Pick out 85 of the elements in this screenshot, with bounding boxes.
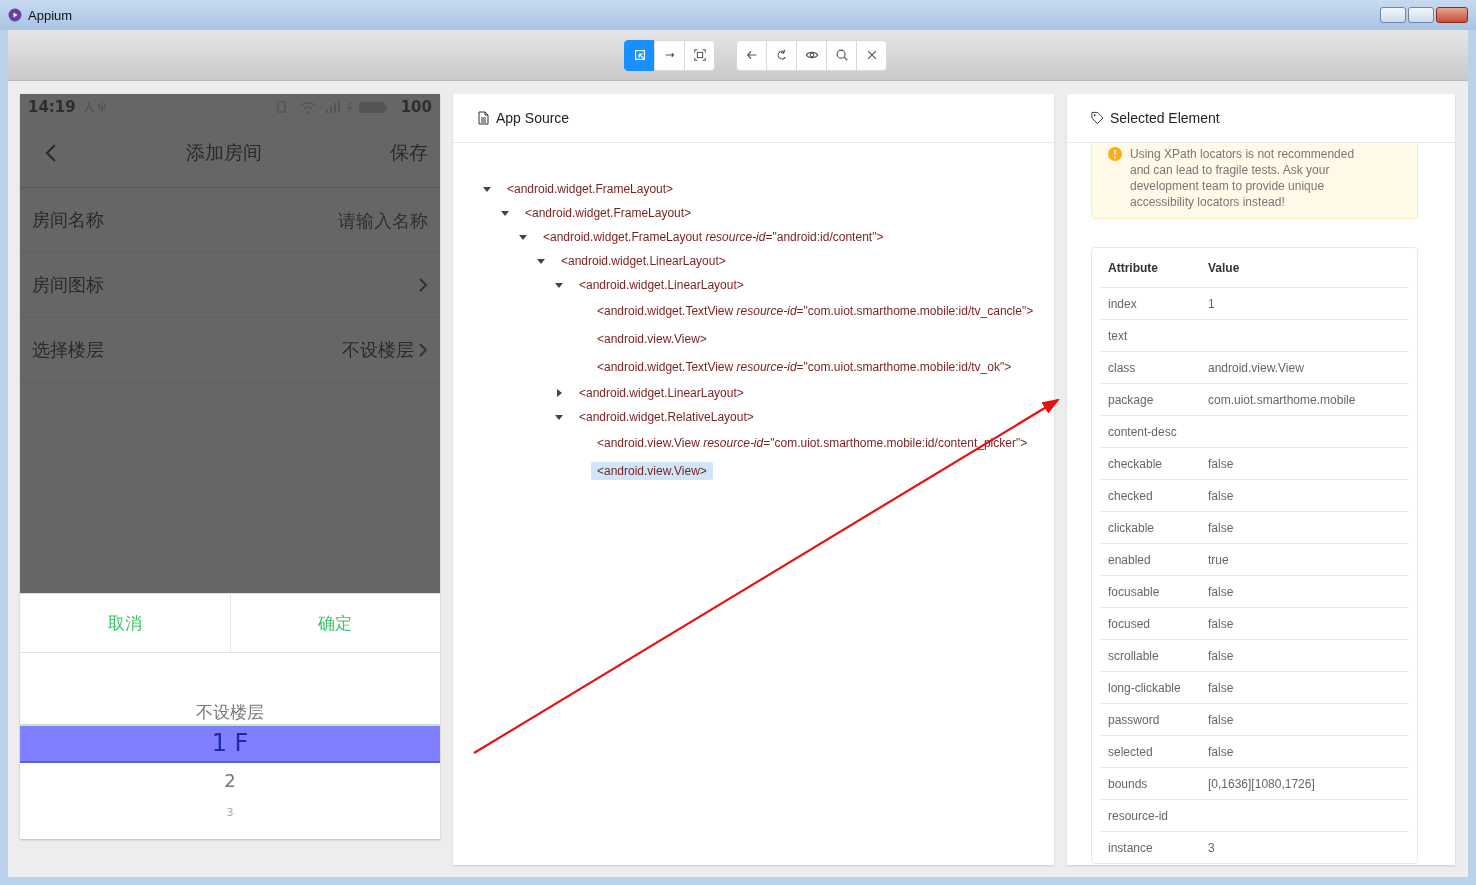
panel-title: App Source (496, 110, 570, 126)
caret-down-icon[interactable] (555, 413, 563, 421)
table-cell-text: false (1207, 456, 1234, 471)
table-cell-text: clickable (1107, 520, 1156, 535)
file-icon (477, 111, 490, 125)
refresh-button[interactable] (766, 39, 797, 71)
table-cell-text: text (1107, 328, 1129, 343)
table-cell-text: true (1207, 552, 1229, 567)
table-cell-text: focused (1107, 616, 1152, 631)
table-cell-text: false (1207, 712, 1234, 727)
caret-down-icon[interactable] (537, 257, 545, 265)
caret-down-icon[interactable] (519, 233, 527, 241)
field-label: 房间名称 (32, 208, 105, 232)
tree-node[interactable]: <android.widget.RelativeLayout> (573, 408, 760, 426)
table-cell-text: false (1207, 680, 1234, 695)
table-cell-text: focusable (1107, 584, 1161, 599)
table-cell-text: resource-id (1107, 808, 1170, 823)
warning-icon (1108, 147, 1122, 161)
window-title: Appium (28, 7, 74, 23)
field-value: 不设楼层 (342, 338, 414, 362)
caret-right-icon[interactable] (555, 389, 563, 397)
table-cell-text: scrollable (1107, 648, 1160, 663)
table-cell-text: com.uiot.smarthome.mobile (1207, 392, 1356, 407)
tree-node[interactable]: <android.widget.TextView resource-id="com.uiot.smarthome.mobile:id/tv_ok"> (591, 358, 1018, 376)
table-cell-text: false (1207, 648, 1234, 663)
tree-node[interactable]: <android.widget.TextView resource-id="com.uiot.smarthome.mobile:id/tv_cancle"> (591, 302, 1040, 320)
table-cell-text: long-clickable (1107, 680, 1182, 695)
table-cell-text: bounds (1107, 776, 1149, 791)
caret-down-icon[interactable] (555, 281, 563, 289)
table-cell-text: false (1207, 584, 1234, 599)
chevron-right-icon[interactable] (418, 277, 428, 293)
table-cell-text: false (1207, 616, 1234, 631)
tree-node[interactable]: <android.view.View> (591, 330, 713, 348)
maximize-button[interactable] (1408, 7, 1434, 23)
frame-corners-icon[interactable] (692, 48, 707, 62)
back-chevron-icon[interactable] (44, 143, 58, 163)
column-header: Attribute (1107, 260, 1159, 275)
tag-icon (1091, 111, 1104, 125)
table-cell-text: 1 (1207, 296, 1215, 311)
table-cell-text: enabled (1107, 552, 1152, 567)
table-cell-text: false (1207, 488, 1234, 503)
field-label: 房间图标 (32, 273, 105, 297)
tree-node[interactable]: <android.widget.FrameLayout> (519, 204, 698, 222)
table-cell-text: false (1207, 744, 1234, 759)
tree-node[interactable]: <android.widget.LinearLayout> (573, 276, 750, 294)
table-cell-text: selected (1107, 744, 1154, 759)
table-cell-text: checkable (1107, 456, 1164, 471)
caret-down-icon[interactable] (483, 185, 491, 193)
tree-node[interactable]: <android.view.View> (591, 462, 713, 480)
select-arrow-button[interactable] (624, 39, 655, 71)
panel-title: Selected Element (1110, 110, 1220, 126)
caret-down-icon[interactable] (501, 209, 509, 217)
eye-button[interactable] (796, 39, 827, 71)
search-icon[interactable] (834, 48, 849, 62)
column-header: Value (1207, 260, 1240, 275)
table-cell-text: password (1107, 712, 1161, 727)
table-cell-text: [0,1636][1080,1726] (1207, 776, 1315, 791)
close-window-button[interactable] (1436, 7, 1468, 23)
frame-corners-button[interactable] (684, 39, 715, 71)
status-time: 14:19 (28, 97, 76, 116)
search-button[interactable] (826, 39, 857, 71)
table-cell-text: instance (1107, 840, 1154, 855)
minimize-button[interactable] (1380, 7, 1406, 23)
table-cell-text: 3 (1207, 840, 1215, 855)
picker-option[interactable]: 不设楼层 (20, 700, 440, 724)
tree-node[interactable]: <android.widget.FrameLayout resource-id="android:id/content"> (537, 228, 890, 246)
warning-text: Using XPath locators is not recommended and can lead to fragile tests. Ask your development team to provide unique accessibility locators instead! (1130, 146, 1356, 210)
back-icon[interactable] (744, 48, 759, 62)
tree-node[interactable]: <android.widget.LinearLayout> (573, 384, 750, 402)
tree-node[interactable]: <android.widget.FrameLayout> (501, 180, 680, 198)
screen-title: 添加房间 (185, 140, 263, 165)
table-cell-text: index (1107, 296, 1138, 311)
table-cell-text: content-desc (1107, 424, 1178, 439)
chevron-right-icon[interactable] (418, 342, 428, 358)
table-cell-text: checked (1107, 488, 1154, 503)
picker-option[interactable]: 2 (20, 769, 440, 793)
table-cell-text: class (1107, 360, 1137, 375)
battery-level: 100 (400, 97, 432, 116)
table-cell-text: false (1207, 520, 1234, 535)
app-logo-icon (8, 8, 22, 22)
back-button[interactable] (736, 39, 767, 71)
field-label: 选择楼层 (32, 338, 105, 362)
table-cell-text: package (1107, 392, 1155, 407)
tree-node[interactable]: <android.widget.LinearLayout> (555, 252, 732, 270)
table-cell-text: android.view.View (1207, 360, 1304, 375)
